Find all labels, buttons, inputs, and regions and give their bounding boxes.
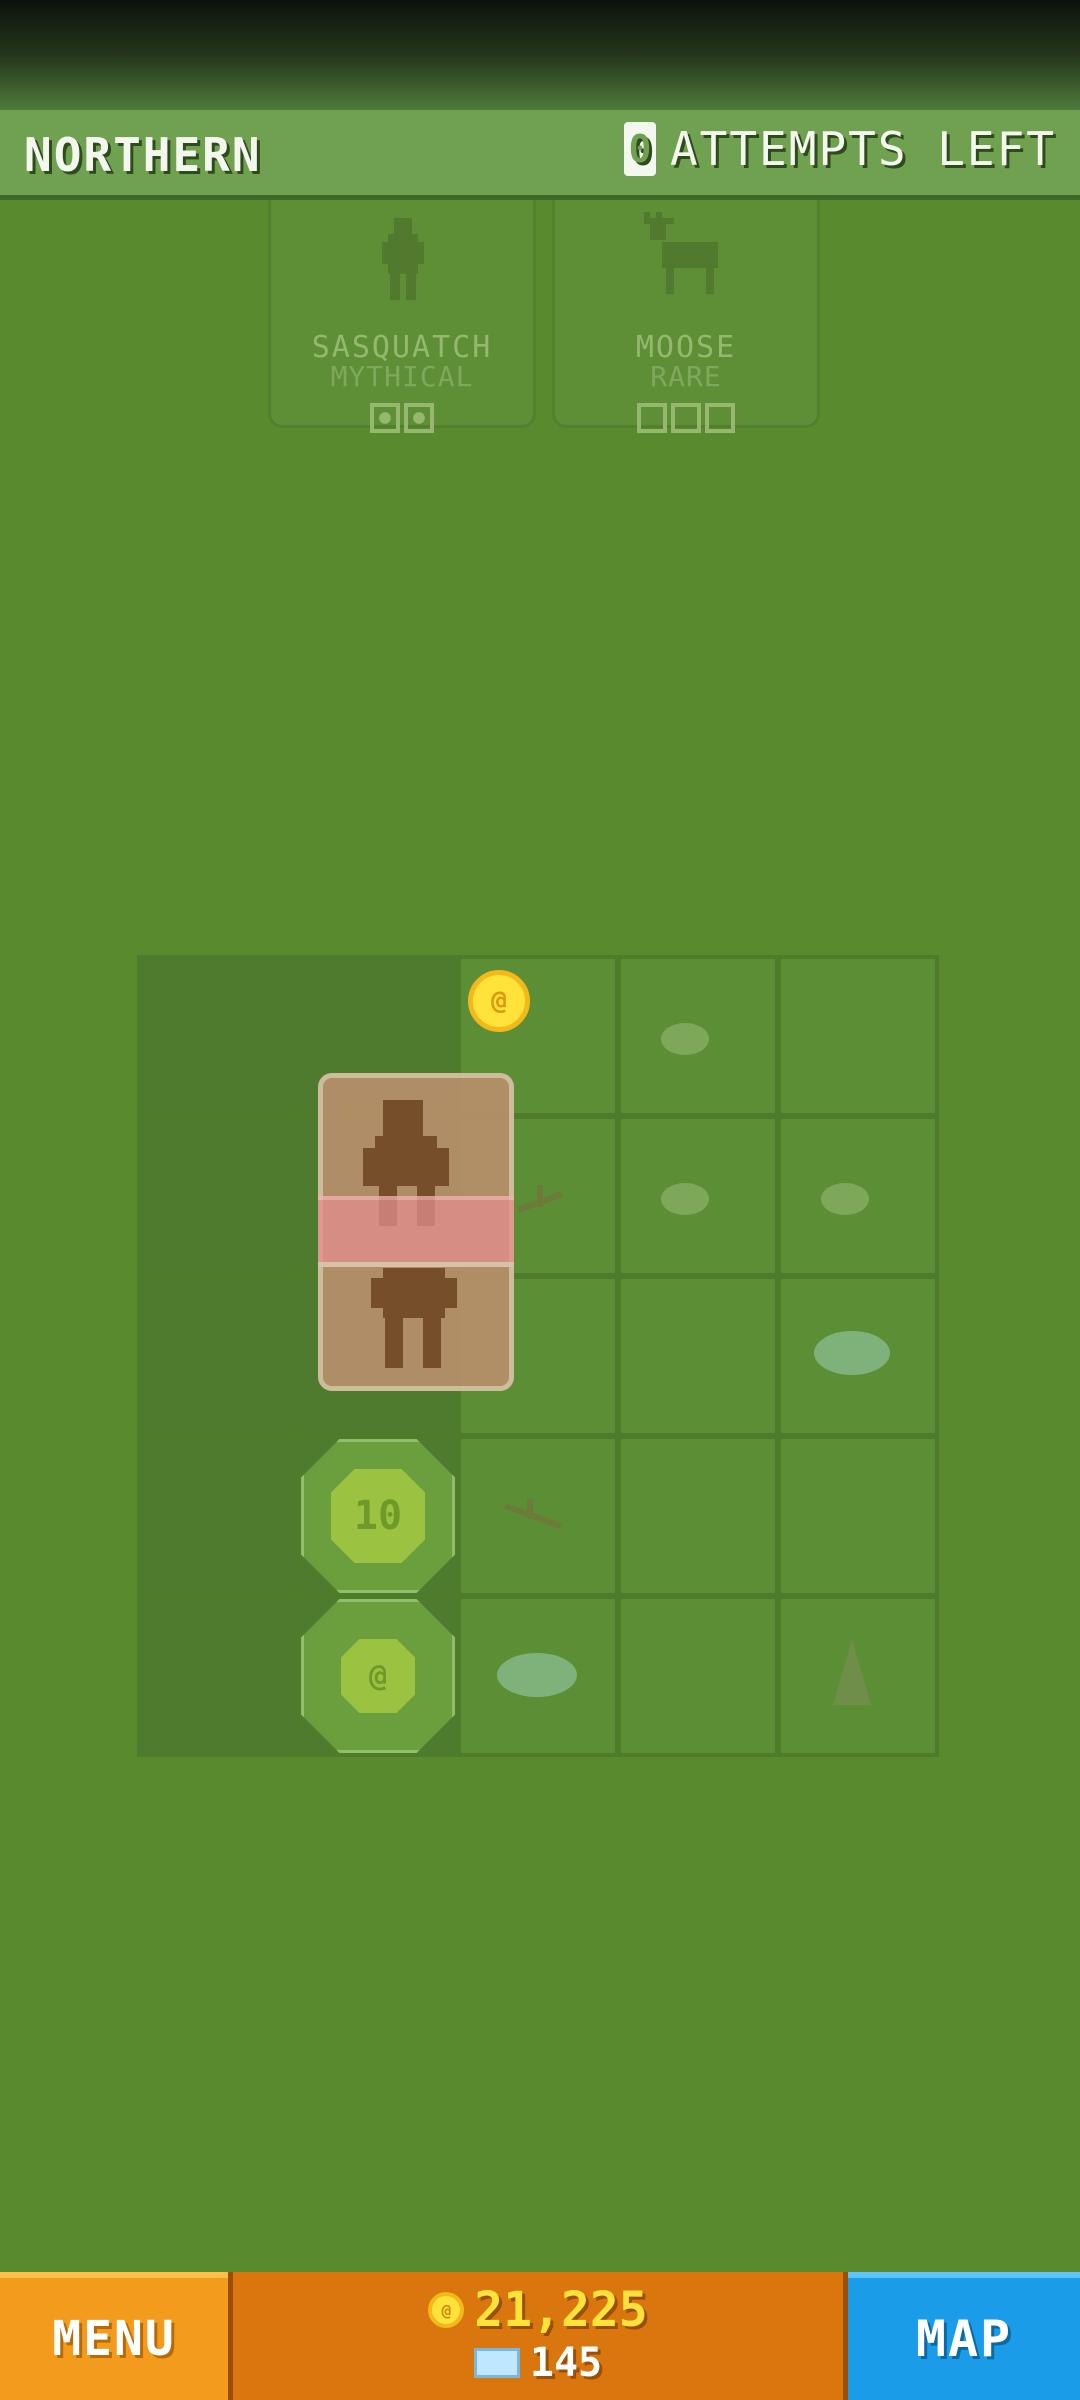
board-cell[interactable] [621, 1439, 775, 1593]
sasquatch-icon [382, 218, 424, 300]
board-cell[interactable] [141, 1439, 295, 1593]
animal-card-sasquatch[interactable]: SASQUATCH MYTHICAL [268, 200, 536, 433]
menu-button[interactable]: MENU [0, 2272, 228, 2400]
board-cell[interactable] [621, 1599, 775, 1753]
progress-boxes [555, 403, 817, 433]
coin-10-icon: 10 [331, 1469, 425, 1563]
reveal-highlight [318, 1196, 514, 1266]
board-cell[interactable] [141, 1279, 295, 1433]
coin-small-icon: @ [341, 1639, 415, 1713]
currency-panel: @ 21,225 145 [228, 2272, 848, 2400]
game-board: 10 @ [137, 955, 939, 1757]
rock-icon [661, 1183, 709, 1215]
status-bar [0, 0, 1080, 110]
bottom-bar: MENU @ 21,225 145 MAP [0, 2272, 1080, 2400]
coins-row: @ 21,225 [233, 2282, 843, 2338]
header: NORTHERN 0 ATTEMPTS LEFT [0, 110, 1080, 200]
progress-box [404, 403, 434, 433]
board-cell[interactable] [621, 1279, 775, 1433]
coin-icon: @ [428, 2292, 465, 2328]
tree-icon [833, 1639, 871, 1705]
divider [318, 1262, 514, 1267]
coins-value: 21,225 [474, 2282, 648, 2338]
animal-card-moose[interactable]: MOOSE RARE [552, 200, 820, 433]
attempts-indicator: 0 ATTEMPTS LEFT [623, 122, 1056, 176]
attempts-label: ATTEMPTS LEFT [669, 122, 1056, 176]
gems-row: 145 [233, 2340, 843, 2386]
twig-icon [517, 1185, 563, 1213]
progress-box [637, 403, 667, 433]
attempts-count: 0 [623, 122, 656, 176]
board-cell[interactable] [141, 1599, 295, 1753]
board-cell[interactable] [141, 959, 295, 1113]
map-button[interactable]: MAP [848, 2272, 1080, 2400]
bush-icon [497, 1653, 577, 1697]
ticket-icon [473, 2348, 520, 2378]
board-cell[interactable] [141, 1119, 295, 1273]
moose-icon [644, 212, 718, 294]
rock-icon [821, 1183, 869, 1215]
progress-box [370, 403, 400, 433]
progress-boxes [271, 403, 533, 433]
coin-icon: @ [468, 970, 530, 1032]
rock-icon [661, 1023, 709, 1055]
progress-box [705, 403, 735, 433]
animal-rarity: RARE [650, 360, 722, 393]
bush-icon [814, 1331, 890, 1375]
animal-rarity: MYTHICAL [330, 360, 474, 393]
progress-box [671, 403, 701, 433]
twig-icon [503, 1499, 563, 1530]
gems-value: 145 [529, 2340, 603, 2386]
region-title: NORTHERN [24, 128, 262, 182]
board-cell[interactable] [781, 1439, 935, 1593]
board-cell[interactable] [781, 959, 935, 1113]
